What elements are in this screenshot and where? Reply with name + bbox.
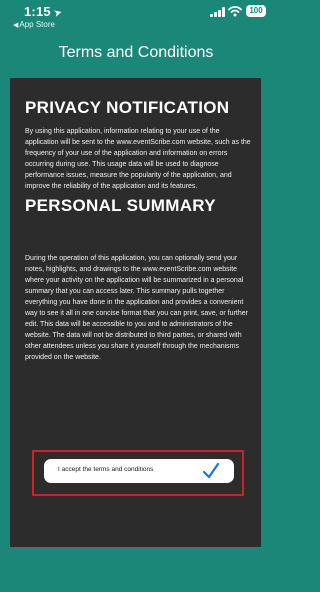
status-bar: 1:15 ➤ ◀App Store 100	[0, 0, 272, 36]
back-chevron-icon: ◀	[13, 22, 19, 29]
location-arrow-icon: ➤	[52, 7, 64, 20]
status-time: 1:15 ➤	[24, 4, 64, 20]
summary-heading: PERSONAL SUMMARY	[25, 196, 216, 215]
wifi-icon	[228, 6, 242, 17]
privacy-paragraph: By using this application, information r…	[25, 128, 251, 190]
accept-terms-toggle[interactable]: I accept the terms and conditions	[44, 459, 234, 483]
battery-level: 100	[249, 6, 263, 15]
back-app-label: App Store	[19, 20, 55, 29]
accept-terms-label: I accept the terms and conditions	[58, 466, 154, 473]
cellular-signal-icon	[210, 7, 226, 17]
privacy-heading: PRIVACY NOTIFICATION	[25, 98, 230, 117]
bottom-bar	[0, 547, 272, 592]
checkmark-icon[interactable]	[202, 461, 220, 481]
back-to-app-store-link[interactable]: ◀App Store	[13, 20, 55, 29]
battery-icon: 100	[246, 5, 266, 17]
navigation-bar: Terms and Conditions	[0, 36, 272, 78]
summary-paragraph: During the operation of this application…	[25, 255, 248, 361]
status-time-text: 1:15	[24, 4, 51, 19]
page-title: Terms and Conditions	[58, 44, 214, 61]
